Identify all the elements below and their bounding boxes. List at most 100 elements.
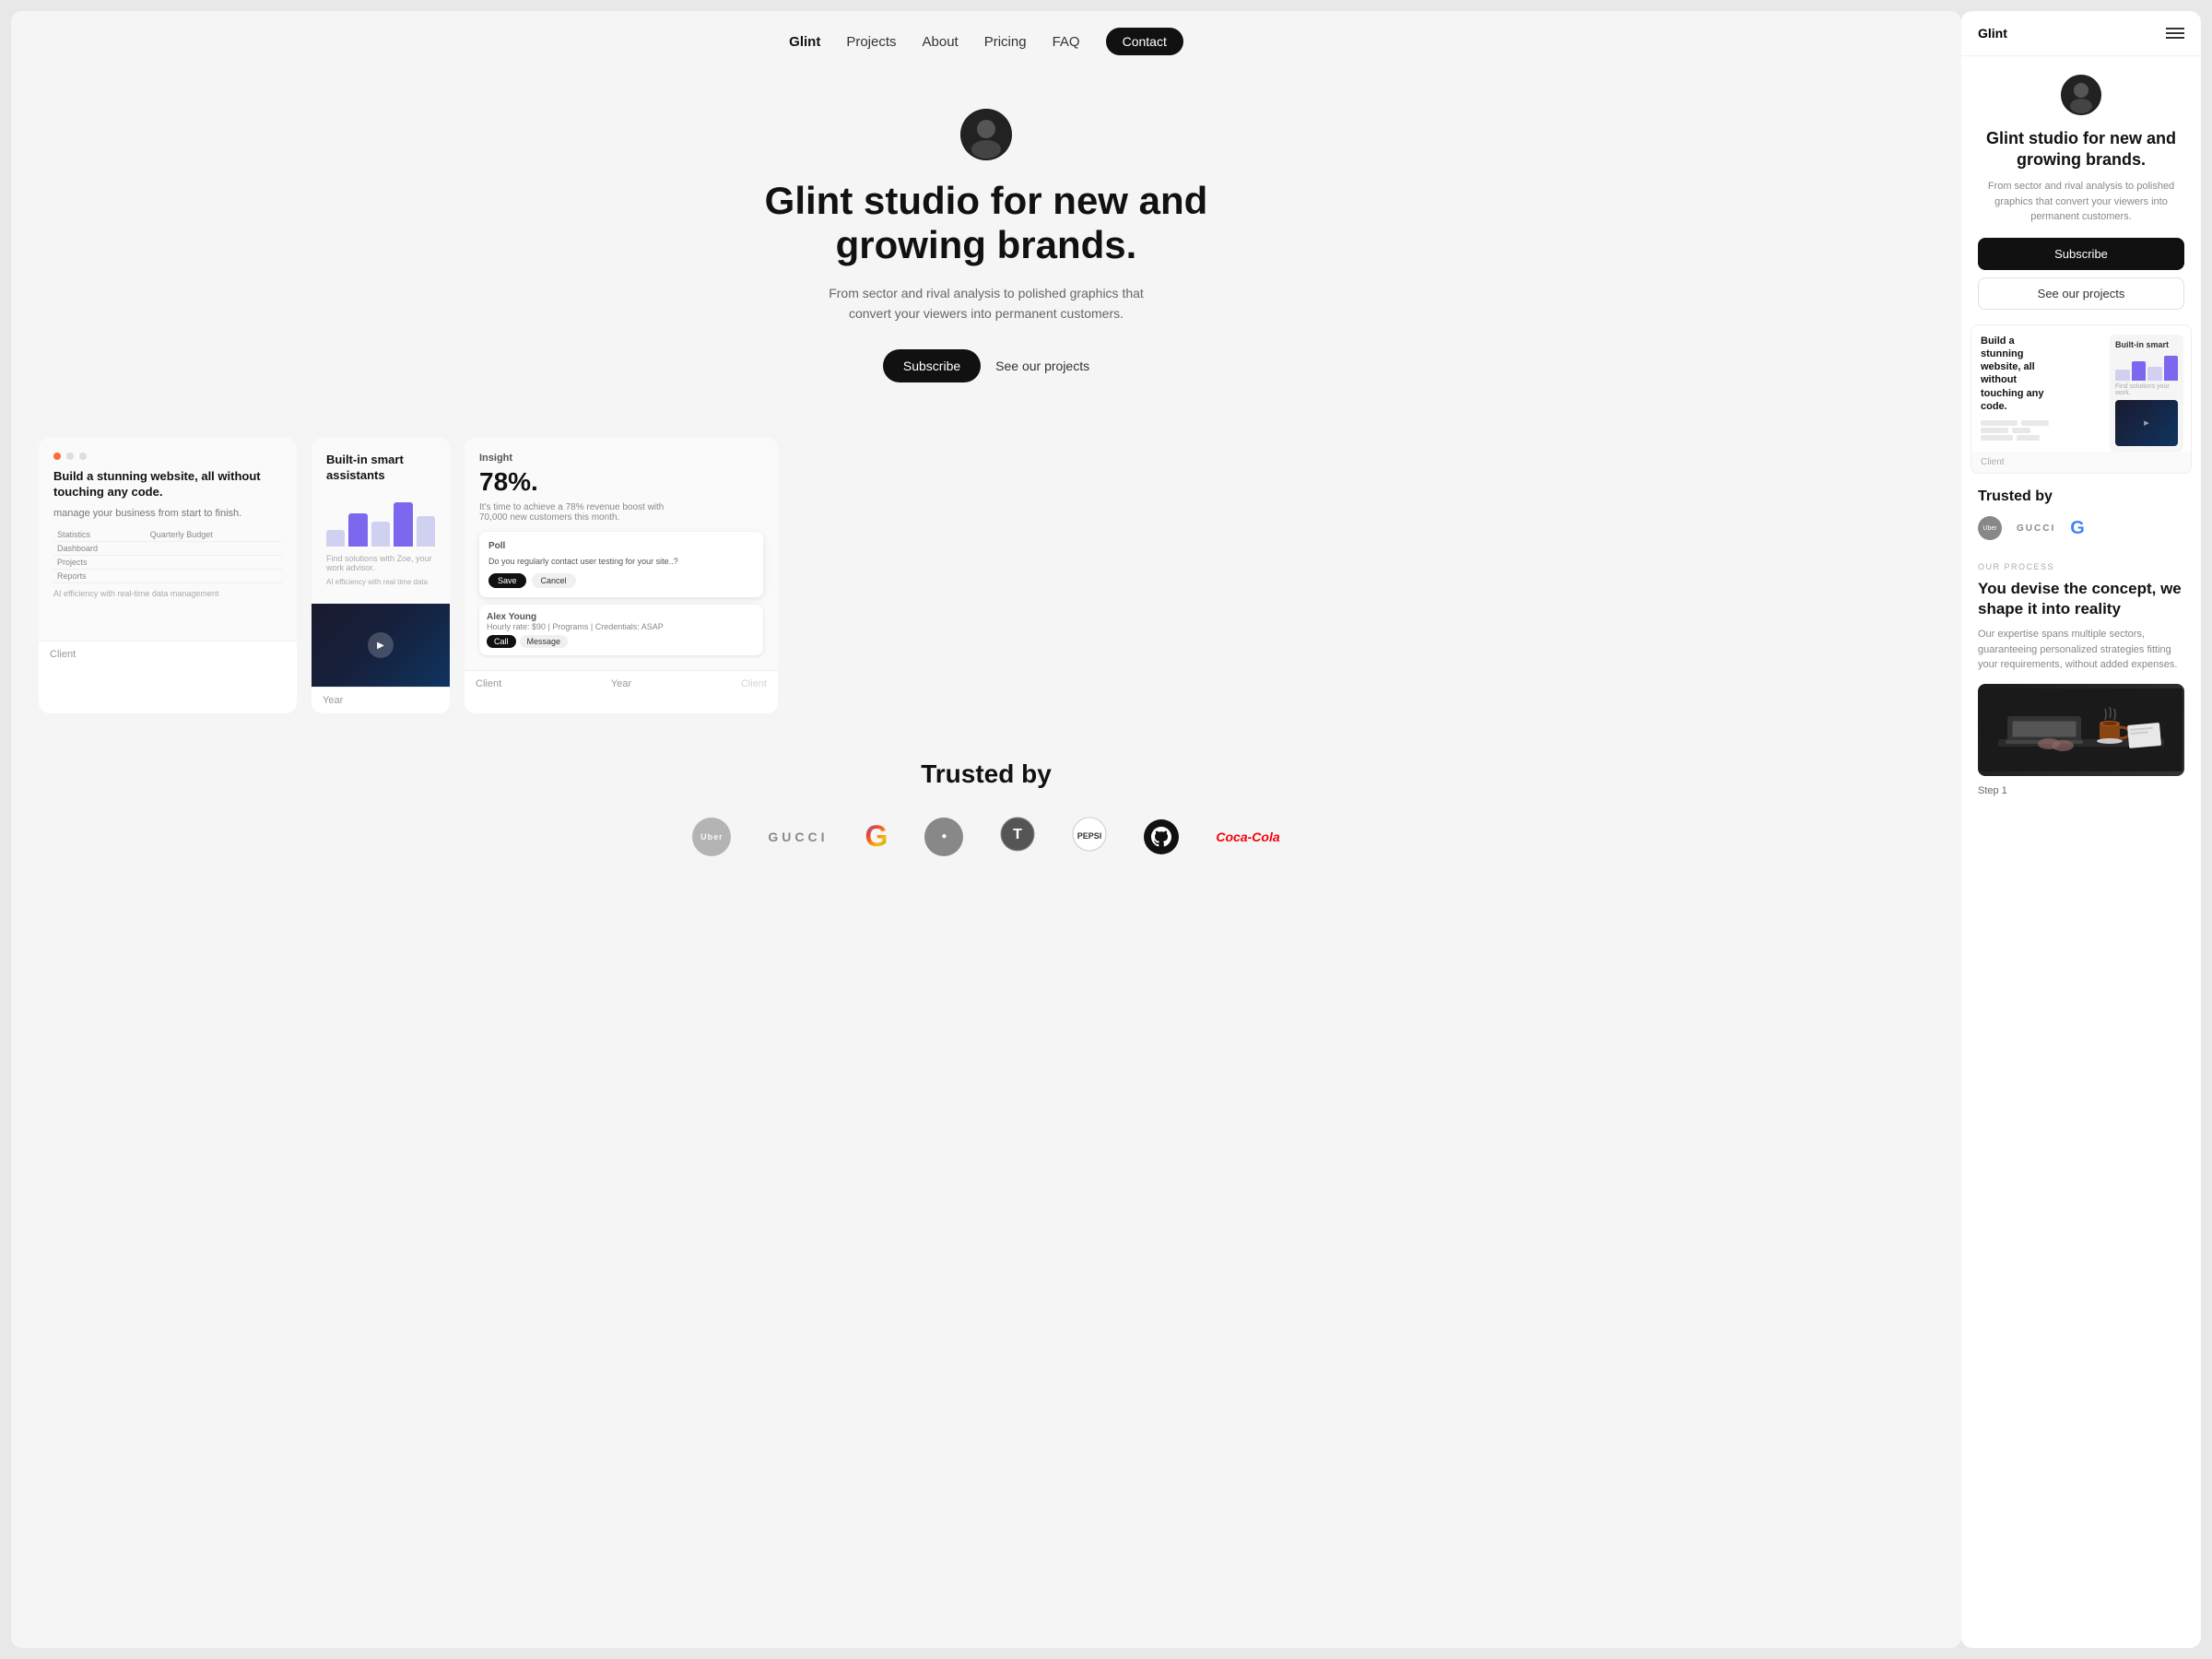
svg-text:T: T	[1014, 827, 1023, 842]
navbar: Glint Projects About Pricing FAQ Contact	[11, 11, 1961, 72]
mobile-topbar: Glint	[1961, 11, 2201, 56]
dot-gray-2	[79, 453, 87, 460]
process-image	[1978, 684, 2184, 776]
process-title: You devise the concept, we shape it into…	[1978, 579, 2184, 619]
mobile-subscribe-button[interactable]: Subscribe	[1978, 238, 2184, 270]
preview-dark-img: ▶	[2115, 400, 2178, 446]
logo-uber-partial: Uber	[692, 818, 731, 856]
mobile-panel: Glint Glint studio for new and growing b…	[1961, 11, 2201, 1648]
see-projects-button[interactable]: See our projects	[995, 359, 1089, 373]
card-3-inner: Insight 78%. It's time to achieve a 78% …	[465, 438, 778, 670]
call-buttons: Call Message	[487, 635, 756, 648]
mobile-hero-title: Glint studio for new and growing brands.	[1978, 128, 2184, 170]
mobile-trusted-title: Trusted by	[1978, 488, 2184, 505]
process-desc: Our expertise spans multiple sectors, gu…	[1978, 627, 2184, 673]
mobile-uber-logo: Uber	[1978, 516, 2002, 540]
mobile-avatar	[2061, 75, 2101, 115]
hamburger-line-2	[2166, 32, 2184, 34]
uber-circle: Uber	[692, 818, 731, 856]
preview-mini-chart	[2115, 353, 2178, 381]
hamburger-line-1	[2166, 28, 2184, 29]
hero-title: Glint studio for new and growing brands.	[747, 179, 1226, 268]
mobile-hero: Glint studio for new and growing brands.…	[1961, 56, 2201, 324]
card-3-footer: Client Year Client	[465, 670, 778, 697]
card-2-find: Find solutions with Zoe, your work advis…	[326, 554, 435, 572]
modal-question: Do you regularly contact user testing fo…	[488, 557, 754, 566]
card-3-percent: 78%.	[479, 467, 763, 497]
mobile-brand: Glint	[1978, 26, 2007, 41]
switch-circle: ●	[924, 818, 963, 856]
subscribe-button[interactable]: Subscribe	[883, 349, 981, 382]
card-1-title: Build a stunning website, all without to…	[53, 469, 282, 500]
preview-img-text: ▶	[2144, 419, 2148, 427]
mobile-projects-button[interactable]: See our projects	[1978, 277, 2184, 310]
card-3-label: Insight	[479, 453, 763, 464]
card-1-footer: Client	[39, 641, 297, 667]
hamburger-line-3	[2166, 37, 2184, 39]
card-3-year: Year	[611, 678, 631, 689]
process-label: OUR PROCESS	[1978, 562, 2184, 571]
card-2-eff: AI efficiency with real time data	[326, 578, 435, 586]
mobile-preview-card: Build a stunning website, all without to…	[1971, 324, 2192, 475]
preview-side-card: Built-in smart Find solutions your work.…	[2110, 335, 2183, 452]
github-circle	[1144, 819, 1179, 854]
logo-google: G	[865, 819, 888, 853]
mobile-process: OUR PROCESS You devise the concept, we s…	[1961, 549, 2201, 809]
trusted-logos: Uber GUCCI G ● T PEPSI	[48, 817, 1924, 856]
trusted-title: Trusted by	[48, 759, 1924, 789]
card-1-table: StatisticsQuarterly Budget Dashboard Pro…	[53, 528, 282, 583]
card-2-client: Year	[323, 695, 343, 706]
card-2-video[interactable]: ▶	[312, 604, 450, 687]
message-btn[interactable]: Message	[520, 635, 569, 648]
project-card-1[interactable]: Build a stunning website, all without to…	[39, 438, 297, 713]
mobile-google-logo: G	[2070, 518, 2085, 539]
mobile-preview-inner: Build a stunning website, all without to…	[1971, 325, 2191, 453]
hero-subtitle: From sector and rival analysis to polish…	[811, 283, 1161, 324]
preview-find-text: Find solutions your work.	[2115, 383, 2178, 396]
call-card: Alex Young Hourly rate: $90 | Programs |…	[479, 605, 763, 655]
preview-caption: Client	[1971, 452, 2191, 473]
hero-section: Glint studio for new and growing brands.…	[11, 72, 1961, 410]
call-btn[interactable]: Call	[487, 635, 516, 648]
card-1-subtitle: manage your business from start to finis…	[53, 508, 282, 519]
project-card-2[interactable]: Built-in smart assistants Find solutions…	[312, 438, 450, 713]
card-2-inner: Built-in smart assistants Find solutions…	[312, 438, 450, 604]
step-label: Step 1	[1978, 785, 2184, 796]
nav-contact-button[interactable]: Contact	[1106, 28, 1183, 55]
preview-title: Build a stunning website, all without to…	[1981, 335, 2054, 414]
modal-buttons: Save Cancel	[488, 573, 754, 588]
modal-cancel-btn[interactable]: Cancel	[532, 573, 576, 588]
mobile-hero-desc: From sector and rival analysis to polish…	[1978, 179, 2184, 225]
preview-side-title: Built-in smart	[2115, 340, 2178, 349]
trusted-section: Trusted by Uber GUCCI G ● T PEPSI	[11, 723, 1961, 884]
card-mock-header	[53, 453, 282, 460]
nav-link-about[interactable]: About	[923, 34, 959, 50]
nav-link-faq[interactable]: FAQ	[1053, 34, 1080, 50]
mobile-trusted: Trusted by Uber GUCCI G	[1961, 474, 2201, 549]
dot-gray-1	[66, 453, 74, 460]
hero-buttons: Subscribe See our projects	[48, 349, 1924, 382]
card-1-efficiency: AI efficiency with real-time data manage…	[53, 589, 282, 598]
play-button[interactable]: ▶	[368, 632, 394, 658]
modal-save-btn[interactable]: Save	[488, 573, 526, 588]
logo-pepsi: PEPSI	[1072, 817, 1107, 856]
dot-orange	[53, 453, 61, 460]
main-panel: Glint Projects About Pricing FAQ Contact…	[11, 11, 1961, 1648]
projects-strip: Build a stunning website, all without to…	[11, 410, 1961, 723]
card-1-client: Client	[50, 649, 76, 660]
logo-tesla: T	[1000, 817, 1035, 856]
logo-switch: ●	[924, 818, 963, 856]
nav-link-projects[interactable]: Projects	[846, 34, 896, 50]
mobile-logos: Uber GUCCI G	[1978, 516, 2184, 540]
hero-avatar	[960, 109, 1012, 160]
svg-text:PEPSI: PEPSI	[1077, 831, 1102, 841]
logo-gucci: GUCCI	[768, 830, 828, 844]
nav-brand: Glint	[789, 34, 820, 50]
card-2-footer: Year	[312, 687, 450, 713]
mobile-gucci-logo: GUCCI	[2017, 524, 2055, 534]
hamburger-menu[interactable]	[2166, 28, 2184, 39]
modal-title: Poll	[488, 541, 754, 551]
project-card-3[interactable]: Insight 78%. It's time to achieve a 78% …	[465, 438, 778, 713]
nav-link-pricing[interactable]: Pricing	[984, 34, 1027, 50]
card-3-client2: Client	[741, 678, 767, 689]
